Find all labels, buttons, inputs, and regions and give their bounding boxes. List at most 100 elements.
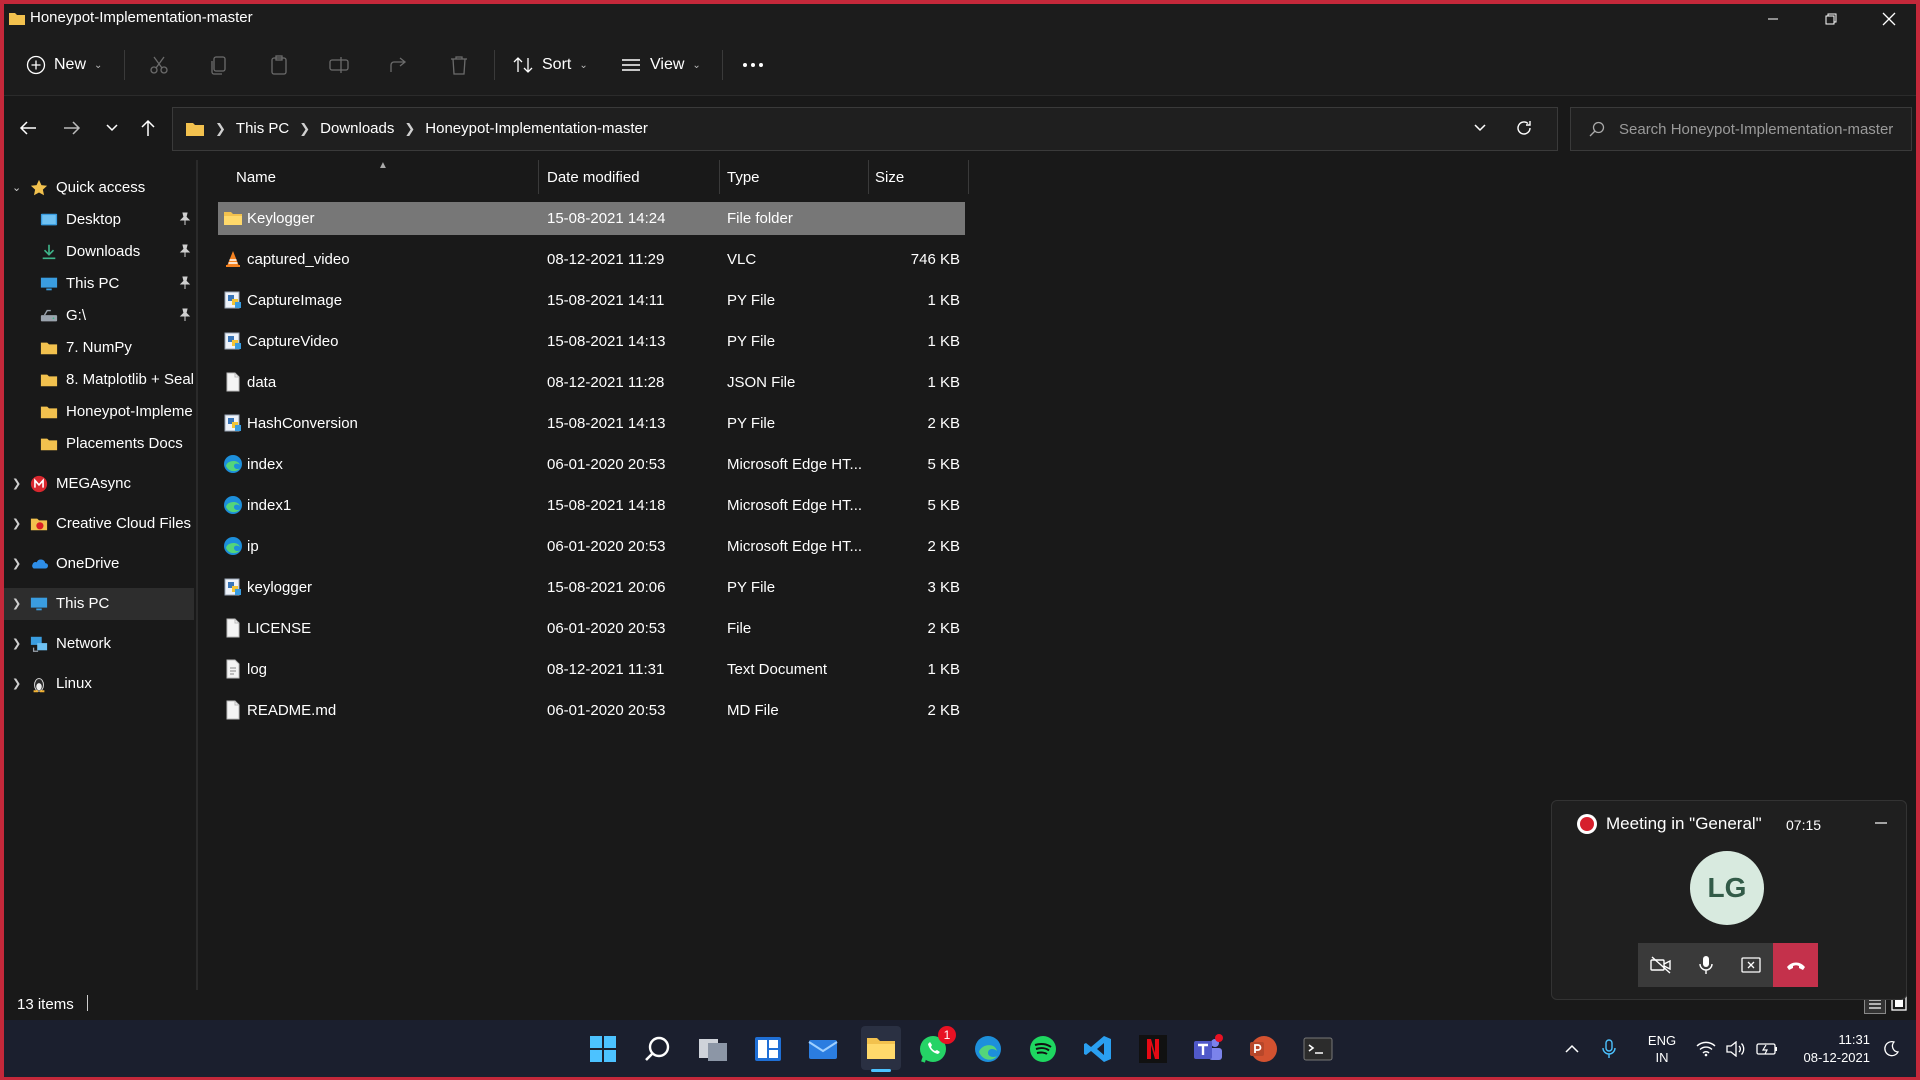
refresh-icon: [1517, 121, 1531, 135]
breadcrumb-current[interactable]: Honeypot-Implementation-master: [425, 120, 648, 137]
sidebar-item-this-pc[interactable]: ❯ This PC: [4, 588, 194, 620]
sort-button[interactable]: Sort ⌄: [512, 46, 588, 84]
table-row[interactable]: index1 15-08-2021 14:18 Microsoft Edge HT.…: [218, 489, 965, 522]
up-button[interactable]: [132, 113, 164, 143]
notification-center-button[interactable]: [1882, 1020, 1900, 1077]
table-row[interactable]: HashConversion 15-08-2021 14:13 PY File 2 K…: [218, 407, 965, 440]
show-hidden-icons-button[interactable]: [1564, 1020, 1580, 1077]
table-row[interactable]: ip 06-01-2020 20:53 Microsoft Edge HT... 2 …: [218, 530, 965, 563]
table-row[interactable]: data 08-12-2021 11:28 JSON File 1 KB: [218, 366, 965, 399]
address-bar[interactable]: ❯ This PC ❯ Downloads ❯ Honeypot-Impleme…: [172, 107, 1558, 151]
teams-button[interactable]: [1191, 1032, 1225, 1066]
edge-button[interactable]: [971, 1032, 1005, 1066]
powerpoint-button[interactable]: [1246, 1032, 1280, 1066]
column-divider[interactable]: [868, 160, 869, 194]
file-explorer-button[interactable]: [861, 1026, 901, 1072]
language-indicator[interactable]: ENG IN: [1644, 1020, 1680, 1077]
vlc-icon: [223, 249, 243, 269]
table-row[interactable]: CaptureVideo 15-08-2021 14:13 PY File 1 KB: [218, 325, 965, 358]
sidebar-item-linux[interactable]: ❯ Linux: [4, 668, 194, 700]
folder-icon: [40, 342, 58, 355]
table-row[interactable]: keylogger 15-08-2021 20:06 PY File 3 KB: [218, 571, 965, 604]
sidebar-item-numpy[interactable]: 7. NumPy: [4, 332, 194, 364]
share-screen-button[interactable]: [1728, 943, 1773, 987]
file-name: ip: [247, 538, 259, 555]
table-row[interactable]: log 08-12-2021 11:31 Text Document 1 KB: [218, 653, 965, 686]
table-row[interactable]: README.md 06-01-2020 20:53 MD File 2 KB: [218, 694, 965, 727]
minimize-meeting-button[interactable]: [1870, 813, 1892, 833]
column-divider[interactable]: [719, 160, 720, 194]
paste-button[interactable]: [268, 46, 290, 84]
microphone-tray-button[interactable]: [1602, 1020, 1616, 1077]
share-button[interactable]: [388, 46, 410, 84]
column-type[interactable]: Type: [727, 169, 760, 186]
pane-splitter[interactable]: [196, 160, 198, 990]
copy-button[interactable]: [208, 46, 230, 84]
sidebar-item-g-drive[interactable]: G:\: [4, 300, 194, 332]
sidebar-item-megasync[interactable]: ❯ MEGAsync: [4, 468, 194, 500]
new-button[interactable]: New ⌄: [26, 46, 102, 84]
restore-button[interactable]: [1802, 4, 1860, 34]
minimize-button[interactable]: [1744, 4, 1802, 34]
table-row[interactable]: Keylogger 15-08-2021 14:24 File folder: [218, 202, 965, 235]
sidebar-item-onedrive[interactable]: ❯ OneDrive: [4, 548, 194, 580]
netflix-button[interactable]: [1136, 1032, 1170, 1066]
cut-button[interactable]: [148, 46, 170, 84]
view-button[interactable]: View ⌄: [620, 46, 701, 84]
microphone-button[interactable]: [1683, 943, 1728, 987]
file-name: keylogger: [247, 579, 313, 596]
clock[interactable]: 11:31 08-12-2021: [1794, 1020, 1871, 1077]
back-button[interactable]: [12, 113, 44, 143]
sidebar-item-this-pc-pinned[interactable]: This PC: [4, 268, 194, 300]
sidebar-item-placements-docs[interactable]: Placements Docs: [4, 428, 194, 460]
delete-button[interactable]: [448, 46, 470, 84]
column-divider[interactable]: [538, 160, 539, 194]
table-row[interactable]: index 06-01-2020 20:53 Microsoft Edge HT..…: [218, 448, 965, 481]
notification-badge: 1: [938, 1026, 956, 1044]
hang-up-button[interactable]: [1773, 943, 1818, 987]
taskbar-search-button[interactable]: [641, 1032, 675, 1066]
spotify-button[interactable]: [1026, 1032, 1060, 1066]
sidebar-item-desktop[interactable]: Desktop: [4, 204, 194, 236]
recent-locations-button[interactable]: [96, 113, 128, 143]
sidebar-item-network[interactable]: ❯ Network: [4, 628, 194, 660]
terminal-button[interactable]: [1301, 1032, 1335, 1066]
mail-button[interactable]: [806, 1032, 840, 1066]
table-row[interactable]: CaptureImage 15-08-2021 14:11 PY File 1 KB: [218, 284, 965, 317]
table-row[interactable]: LICENSE 06-01-2020 20:53 File 2 KB: [218, 612, 965, 645]
sidebar-item-matplotlib[interactable]: 8. Matplotlib + Seal: [4, 364, 194, 396]
table-row[interactable]: captured_video 08-12-2021 11:29 VLC 746 KB: [218, 243, 965, 276]
view-list-icon: [622, 59, 640, 71]
volume-icon: [1726, 1040, 1745, 1057]
refresh-button[interactable]: [1515, 119, 1533, 141]
file-name: Keylogger: [247, 210, 315, 227]
column-name[interactable]: Name: [236, 169, 276, 186]
rename-button[interactable]: [328, 46, 350, 84]
column-date-modified[interactable]: Date modified: [547, 169, 640, 186]
sidebar-item-downloads[interactable]: Downloads: [4, 236, 194, 268]
sidebar-item-creative-cloud[interactable]: ❯ Creative Cloud Files: [4, 508, 194, 540]
widgets-button[interactable]: [751, 1032, 785, 1066]
breadcrumb-this-pc[interactable]: This PC: [236, 120, 289, 137]
chevron-right-icon: ❯: [404, 120, 416, 136]
address-history-button[interactable]: [1473, 120, 1487, 137]
recording-icon: [1577, 814, 1597, 834]
column-divider[interactable]: [968, 160, 969, 194]
breadcrumb-downloads[interactable]: Downloads: [320, 120, 394, 137]
view-label: View: [650, 56, 685, 73]
vscode-button[interactable]: [1081, 1032, 1115, 1066]
search-input[interactable]: Search Honeypot-Implementation-master: [1570, 107, 1912, 151]
close-button[interactable]: [1860, 4, 1918, 34]
forward-button[interactable]: [56, 113, 88, 143]
mail-icon: [808, 1040, 838, 1059]
quick-settings-button[interactable]: [1696, 1020, 1778, 1077]
chevron-down-icon: ⌄: [12, 182, 22, 194]
whatsapp-button[interactable]: 1: [916, 1026, 956, 1066]
more-options-button[interactable]: [742, 46, 764, 84]
task-view-button[interactable]: [696, 1032, 730, 1066]
start-button[interactable]: [586, 1032, 620, 1066]
sidebar-item-quick-access[interactable]: ⌄ Quick access: [4, 172, 194, 204]
column-size[interactable]: Size: [875, 169, 904, 186]
camera-toggle-button[interactable]: [1638, 943, 1683, 987]
sidebar-item-honeypot[interactable]: Honeypot-Impleme: [4, 396, 194, 428]
